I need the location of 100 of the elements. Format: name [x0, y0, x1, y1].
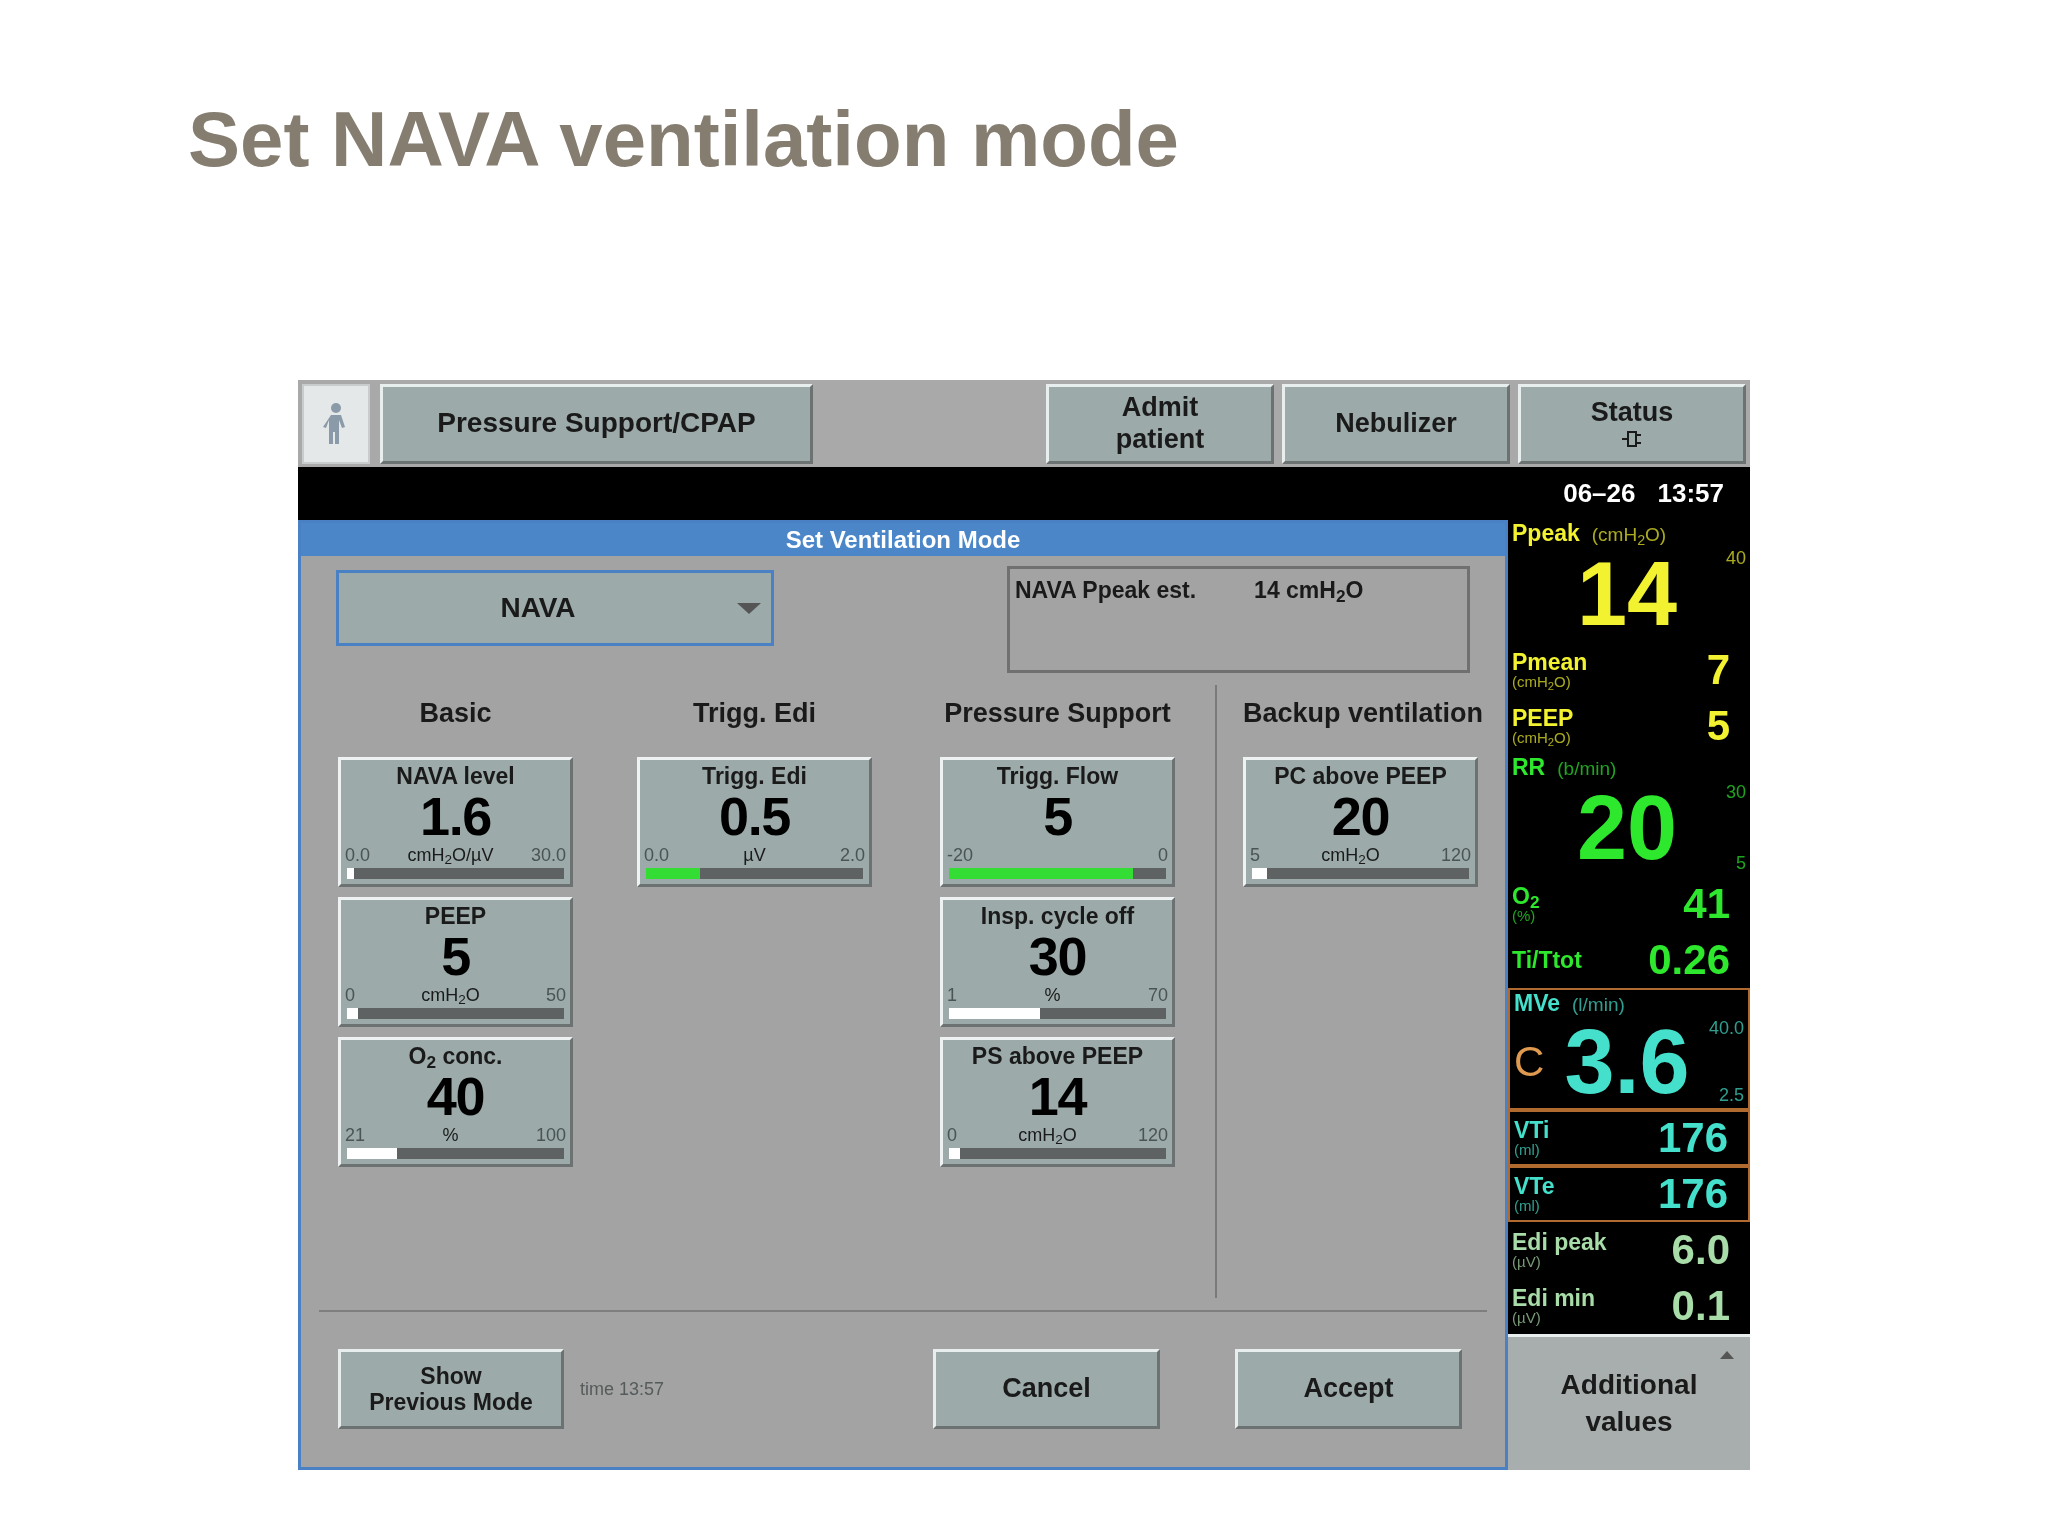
range-max: 50: [545, 986, 566, 1005]
parameter-unit: (cmH$_{2}$O): [1512, 674, 1572, 689]
top-button[interactable]: Status: [1518, 383, 1746, 464]
range-min: 0.0: [345, 846, 371, 865]
setting-label: O$_{2}$ conc.: [407, 1042, 504, 1071]
setting-unit: µV: [743, 846, 766, 865]
range-max: 70: [1147, 986, 1168, 1005]
setting-card[interactable]: Trigg. Edi 0.5 0.0 µV 2.0: [637, 757, 872, 887]
parameter-value: 20: [1576, 782, 1679, 873]
setting-value: 1.6: [420, 790, 491, 843]
range-max: 2.0: [839, 846, 865, 865]
alarm-low: 5: [1736, 854, 1746, 872]
range-max: 30.0: [530, 846, 566, 865]
range-min: 21: [345, 1126, 366, 1145]
date-text: 06–26: [1563, 477, 1636, 510]
setting-label: NAVA level: [395, 762, 516, 791]
parameter-label: Edi min: [1512, 1287, 1597, 1310]
range-max: 0: [1158, 846, 1168, 865]
setting-card[interactable]: Trigg. Flow 5 -20 0: [940, 757, 1175, 887]
parameter-unit: (ml): [1514, 1142, 1541, 1157]
setting-value: 40: [426, 1070, 485, 1123]
setting-label: PEEP: [423, 902, 488, 931]
parameter-unit: (cmH$_{2}$O): [1512, 730, 1572, 745]
parameter-value: 3.6: [1563, 1016, 1691, 1107]
clock-text: 13:57: [1657, 477, 1724, 510]
parameter-label: RR: [1512, 756, 1546, 779]
range-min: 0.0: [644, 846, 670, 865]
accept-button[interactable]: Accept: [1235, 1349, 1462, 1429]
parameter-label: MVe: [1514, 992, 1561, 1015]
parameter-label: O$_{2}$: [1512, 885, 1541, 908]
range-min: 0: [947, 1126, 957, 1145]
estimate-value: 14 cmH$_{2}$O: [1254, 576, 1364, 608]
slide-title: Set NAVA ventilation mode: [188, 100, 1179, 178]
parameter-unit: (cmH$_{2}$O): [1591, 525, 1667, 544]
range-min: 5: [1250, 846, 1260, 865]
setting-card[interactable]: PEEP 5 0 cmH$_{2}$O 50: [338, 897, 573, 1027]
setting-label: PC above PEEP: [1273, 762, 1448, 791]
setting-card[interactable]: Insp. cycle off 30 1 % 70: [940, 897, 1175, 1027]
parameter-label: VTi: [1514, 1119, 1551, 1142]
parameter-label: PEEP: [1512, 707, 1575, 730]
setting-value: 14: [1028, 1070, 1087, 1123]
setting-unit: cmH$_{2}$O/µV: [407, 846, 494, 865]
parameter-unit: (%): [1512, 908, 1536, 923]
parameter-value: 0.1: [1671, 1285, 1731, 1327]
alarm-high: 30: [1725, 783, 1746, 801]
additional-values-button[interactable]: Additional values: [1508, 1334, 1750, 1470]
setting-unit: cmH$_{2}$O: [1321, 846, 1380, 865]
setting-card[interactable]: PC above PEEP 20 5 cmH$_{2}$O 120: [1243, 757, 1478, 887]
setting-value: 30: [1028, 930, 1087, 983]
range-max: 120: [1137, 1126, 1168, 1145]
setting-card[interactable]: PS above PEEP 14 0 cmH$_{2}$O 120: [940, 1037, 1175, 1167]
alarm-low: 2.5: [1718, 1086, 1744, 1104]
parameter-label: Edi peak: [1512, 1231, 1608, 1254]
parameter-value: 41: [1683, 883, 1731, 925]
parameter-unit: (b/min): [1557, 759, 1617, 778]
range-min: 1: [947, 986, 957, 1005]
parameter-value: 6.0: [1671, 1229, 1731, 1271]
parameter-value: 176: [1657, 1173, 1729, 1215]
plug-icon: [1622, 428, 1642, 450]
column-heading: Pressure Support: [943, 697, 1172, 730]
setting-unit: %: [1044, 986, 1061, 1005]
top-button[interactable]: Admit patient: [1046, 383, 1274, 464]
range-min: -20: [947, 846, 973, 865]
mode-button[interactable]: Pressure Support/CPAP: [380, 383, 813, 464]
parameter-unit: (µV): [1512, 1310, 1542, 1325]
alarm-high: 40: [1725, 549, 1746, 567]
previous-mode-button[interactable]: Show Previous Mode: [338, 1349, 564, 1429]
parameter-label: Ppeak: [1512, 522, 1580, 545]
setting-label: Trigg. Edi: [701, 762, 808, 791]
setting-value: 5: [441, 930, 470, 983]
cancel-button[interactable]: Cancel: [933, 1349, 1160, 1429]
setting-card[interactable]: NAVA level 1.6 0.0 cmH$_{2}$O/µV 30.0: [338, 757, 573, 887]
setting-unit: cmH$_{2}$O: [1018, 1126, 1077, 1145]
setting-unit: %: [442, 1126, 459, 1145]
setting-value: 0.5: [719, 790, 790, 843]
parameter-label: VTe: [1514, 1175, 1556, 1198]
parameter-value: 176: [1657, 1117, 1729, 1159]
range-max: 120: [1440, 846, 1471, 865]
parameter-value: 14: [1576, 548, 1679, 639]
caret-up-icon: [1720, 1351, 1734, 1359]
parameter-unit: (ml): [1514, 1198, 1541, 1213]
range-min: 0: [345, 986, 355, 1005]
alarm-high: 40.0: [1708, 1019, 1744, 1037]
setting-unit: cmH$_{2}$O: [421, 986, 480, 1005]
patient-button[interactable]: [302, 383, 370, 464]
range-max: 100: [535, 1126, 566, 1145]
setting-value: 20: [1331, 790, 1390, 843]
dialog-title: Set Ventilation Mode: [301, 523, 1505, 556]
setting-value: 5: [1043, 790, 1072, 843]
setting-card[interactable]: O$_{2}$ conc. 40 21 % 100: [338, 1037, 573, 1167]
parameter-label: Ti/Ttot: [1512, 948, 1583, 972]
parameter-unit: (l/min): [1572, 995, 1625, 1014]
top-button[interactable]: Nebulizer: [1282, 383, 1510, 464]
parameter-unit: (µV): [1512, 1254, 1542, 1269]
mode-dropdown[interactable]: NAVA: [336, 570, 774, 646]
dropdown-arrow-icon: [737, 602, 761, 614]
parameter-label: Pmean: [1512, 651, 1589, 674]
parameter-value: 7: [1706, 649, 1731, 691]
column-heading: Trigg. Edi: [692, 697, 817, 730]
parameter-value: 0.26: [1648, 939, 1731, 981]
